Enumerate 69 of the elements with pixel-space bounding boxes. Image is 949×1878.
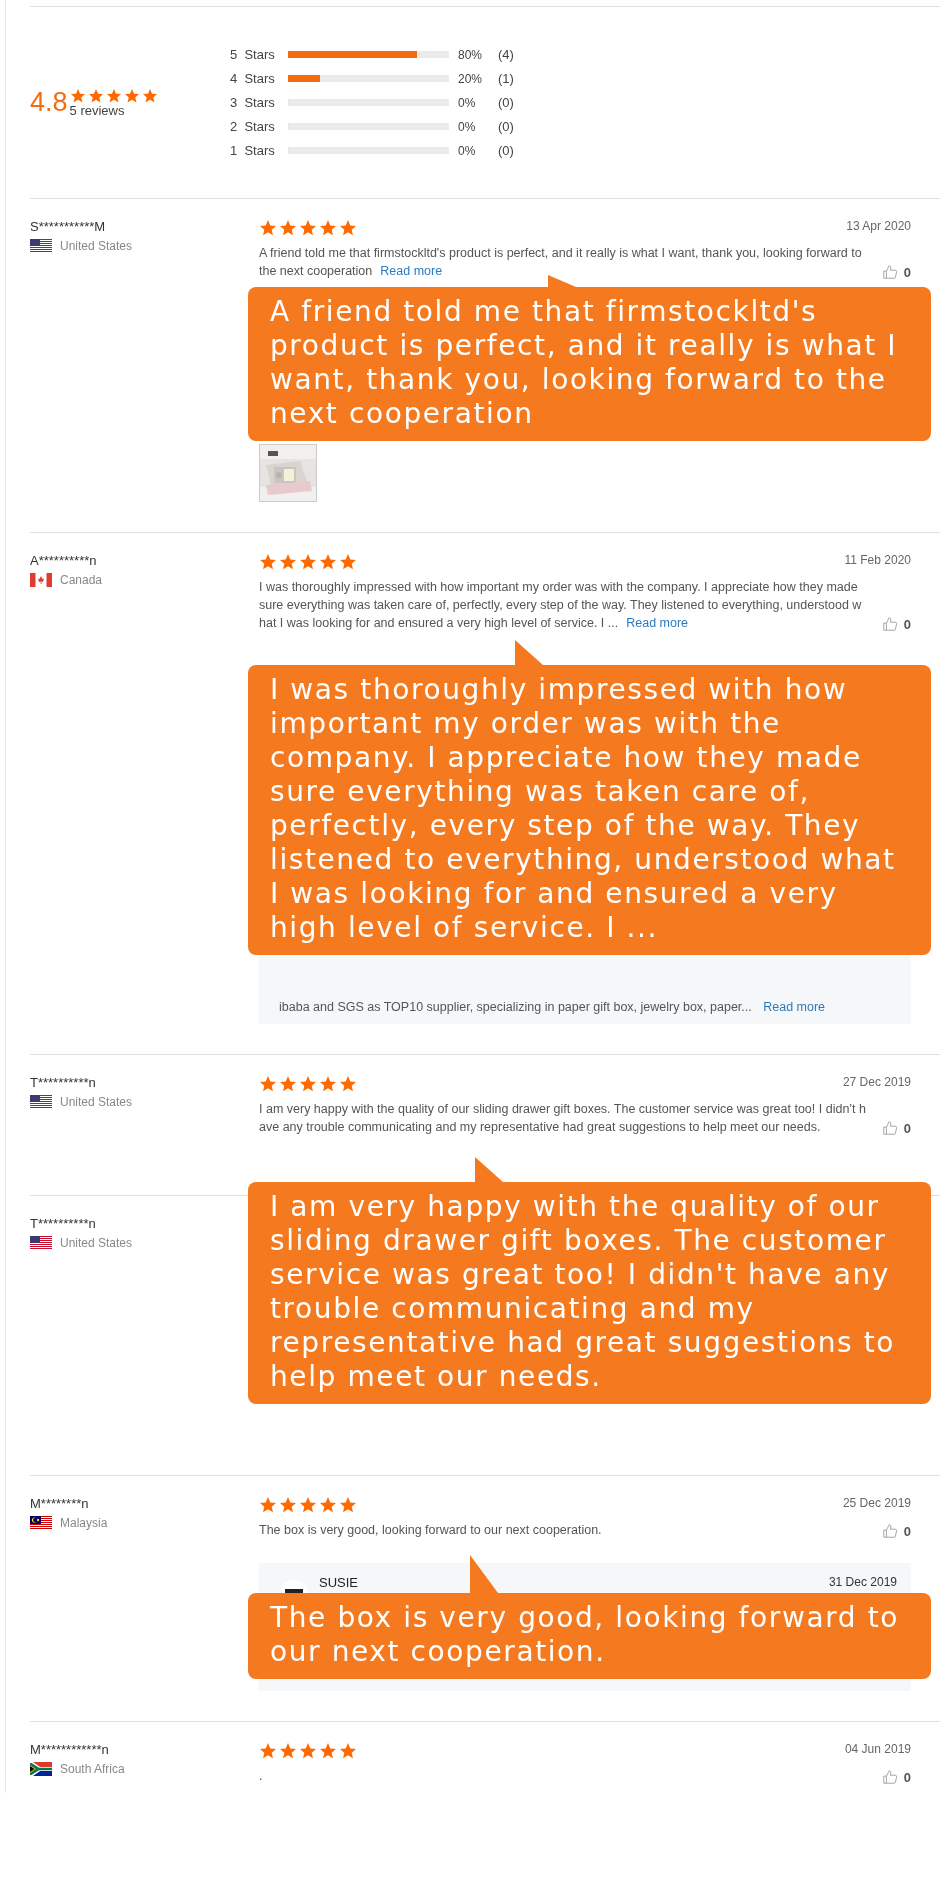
reviewer-name: T**********n xyxy=(30,1216,97,1231)
percentage: 20% xyxy=(458,71,484,86)
country-name: Malaysia xyxy=(60,1516,108,1530)
read-more-link[interactable]: Read more xyxy=(380,264,443,278)
rating-count: (1) xyxy=(498,71,514,86)
country-name: South Africa xyxy=(60,1762,125,1776)
thumbs-up-icon[interactable] xyxy=(881,1523,898,1539)
rating-count: (0) xyxy=(498,143,514,158)
review-date: 13 Apr 2020 xyxy=(846,219,911,233)
review-date: 11 Feb 2020 xyxy=(844,553,911,567)
flag-icon xyxy=(30,1236,52,1250)
percentage: 0% xyxy=(458,95,477,110)
flag-icon xyxy=(30,239,52,253)
reviewer-name: M********n xyxy=(30,1496,90,1511)
like-count: 0 xyxy=(903,1523,911,1539)
star-level-label: 2 Stars xyxy=(230,119,276,134)
star-level-label: 3 Stars xyxy=(230,95,276,110)
callout-bubble: I was thoroughly impressed with how important my order was with the company. I appreciate how they made sure everything was taken care of, perfectly, every step of the way. They listened to everything, understood what I was looking for and ensured a very high level of service. I ... xyxy=(248,665,931,955)
rating-count: (4) xyxy=(498,47,514,62)
reviewer-name: T**********n xyxy=(30,1075,97,1090)
callout-pointer xyxy=(548,275,576,287)
country-name: United States xyxy=(60,239,133,253)
rating-count: (0) xyxy=(498,95,514,110)
like-count: 0 xyxy=(903,1769,911,1785)
percentage: 80% xyxy=(458,47,484,62)
callout-pointer xyxy=(470,1555,498,1593)
like-count: 0 xyxy=(903,616,911,632)
percentage: 0% xyxy=(458,119,477,134)
average-score: 4.8 xyxy=(30,87,68,118)
review-text: I am very happy with the quality of our sliding drawer gift boxes. The customer service was great too! I didn’t have any trouble communicating and my representative had great suggestions to help meet our needs. xyxy=(259,1101,867,1136)
thumbs-up-icon[interactable] xyxy=(881,1120,898,1136)
star-level-label: 5 Stars xyxy=(230,47,276,62)
rating-count: (0) xyxy=(498,119,514,134)
review-date: 27 Dec 2019 xyxy=(842,1075,911,1089)
flag-icon xyxy=(30,1762,52,1776)
star-level-label: 4 Stars xyxy=(230,71,276,86)
review-text: . xyxy=(259,1768,264,1785)
flag-icon xyxy=(30,573,52,587)
like-count: 0 xyxy=(903,1120,911,1136)
country-name: United States xyxy=(60,1236,133,1250)
thumbs-up-icon[interactable] xyxy=(881,264,898,280)
reviewer-name: S***********M xyxy=(30,219,107,234)
review-date: 04 Jun 2019 xyxy=(844,1742,911,1756)
review-text: A friend told me that firmstockltd's product is perfect, and it really is what I want, thank you, looking forward to the next cooperation Read more xyxy=(259,245,863,280)
reply-date: 31 Dec 2019 xyxy=(828,1575,897,1589)
percentage: 0% xyxy=(458,143,477,158)
country-name: Canada xyxy=(60,573,103,587)
read-more-link[interactable]: Read more xyxy=(626,616,689,630)
like-count: 0 xyxy=(903,264,911,280)
reply-text: ibaba and SGS as TOP10 supplier, specializing in paper gift box, jewelry box, paper... Read more xyxy=(279,1000,827,1014)
review-date: 25 Dec 2019 xyxy=(842,1496,911,1510)
reviewer-name: M************n xyxy=(30,1742,110,1757)
callout-bubble: The box is very good, looking forward to our next cooperation. xyxy=(248,1593,931,1679)
callout-bubble: A friend told me that firmstockltd's product is perfect, and it really is what I want, thank you, looking forward to the next cooperation xyxy=(248,287,931,441)
callout-bubble: I am very happy with the quality of our sliding drawer gift boxes. The customer service was great too! I didn't have any trouble communicating and my representative had great suggestions to help meet our needs. xyxy=(248,1182,931,1404)
country-name: United States xyxy=(60,1095,133,1109)
thumbs-up-icon[interactable] xyxy=(881,1769,898,1785)
flag-icon xyxy=(30,1095,52,1109)
flag-icon xyxy=(30,1516,52,1530)
thumbs-up-icon[interactable] xyxy=(881,616,898,632)
seller-name: SUSIE xyxy=(319,1575,359,1590)
callout-pointer xyxy=(475,1157,503,1182)
review-count: 5 reviews xyxy=(69,102,126,118)
star-level-label: 1 Stars xyxy=(230,143,276,158)
reviewer-name: A**********n xyxy=(30,553,98,568)
review-text: The box is very good, looking forward to our next cooperation. xyxy=(259,1522,603,1539)
review-text: I was thoroughly impressed with how important my order was with the company. I appreciate how they made sure everything was taken care of, perfectly, every step of the way. They listened to everything, understood what I was looking for and ensured a very high level of service. I ... Read more xyxy=(259,579,863,632)
read-more-link[interactable]: Read more xyxy=(763,1000,826,1014)
callout-pointer xyxy=(515,640,543,665)
